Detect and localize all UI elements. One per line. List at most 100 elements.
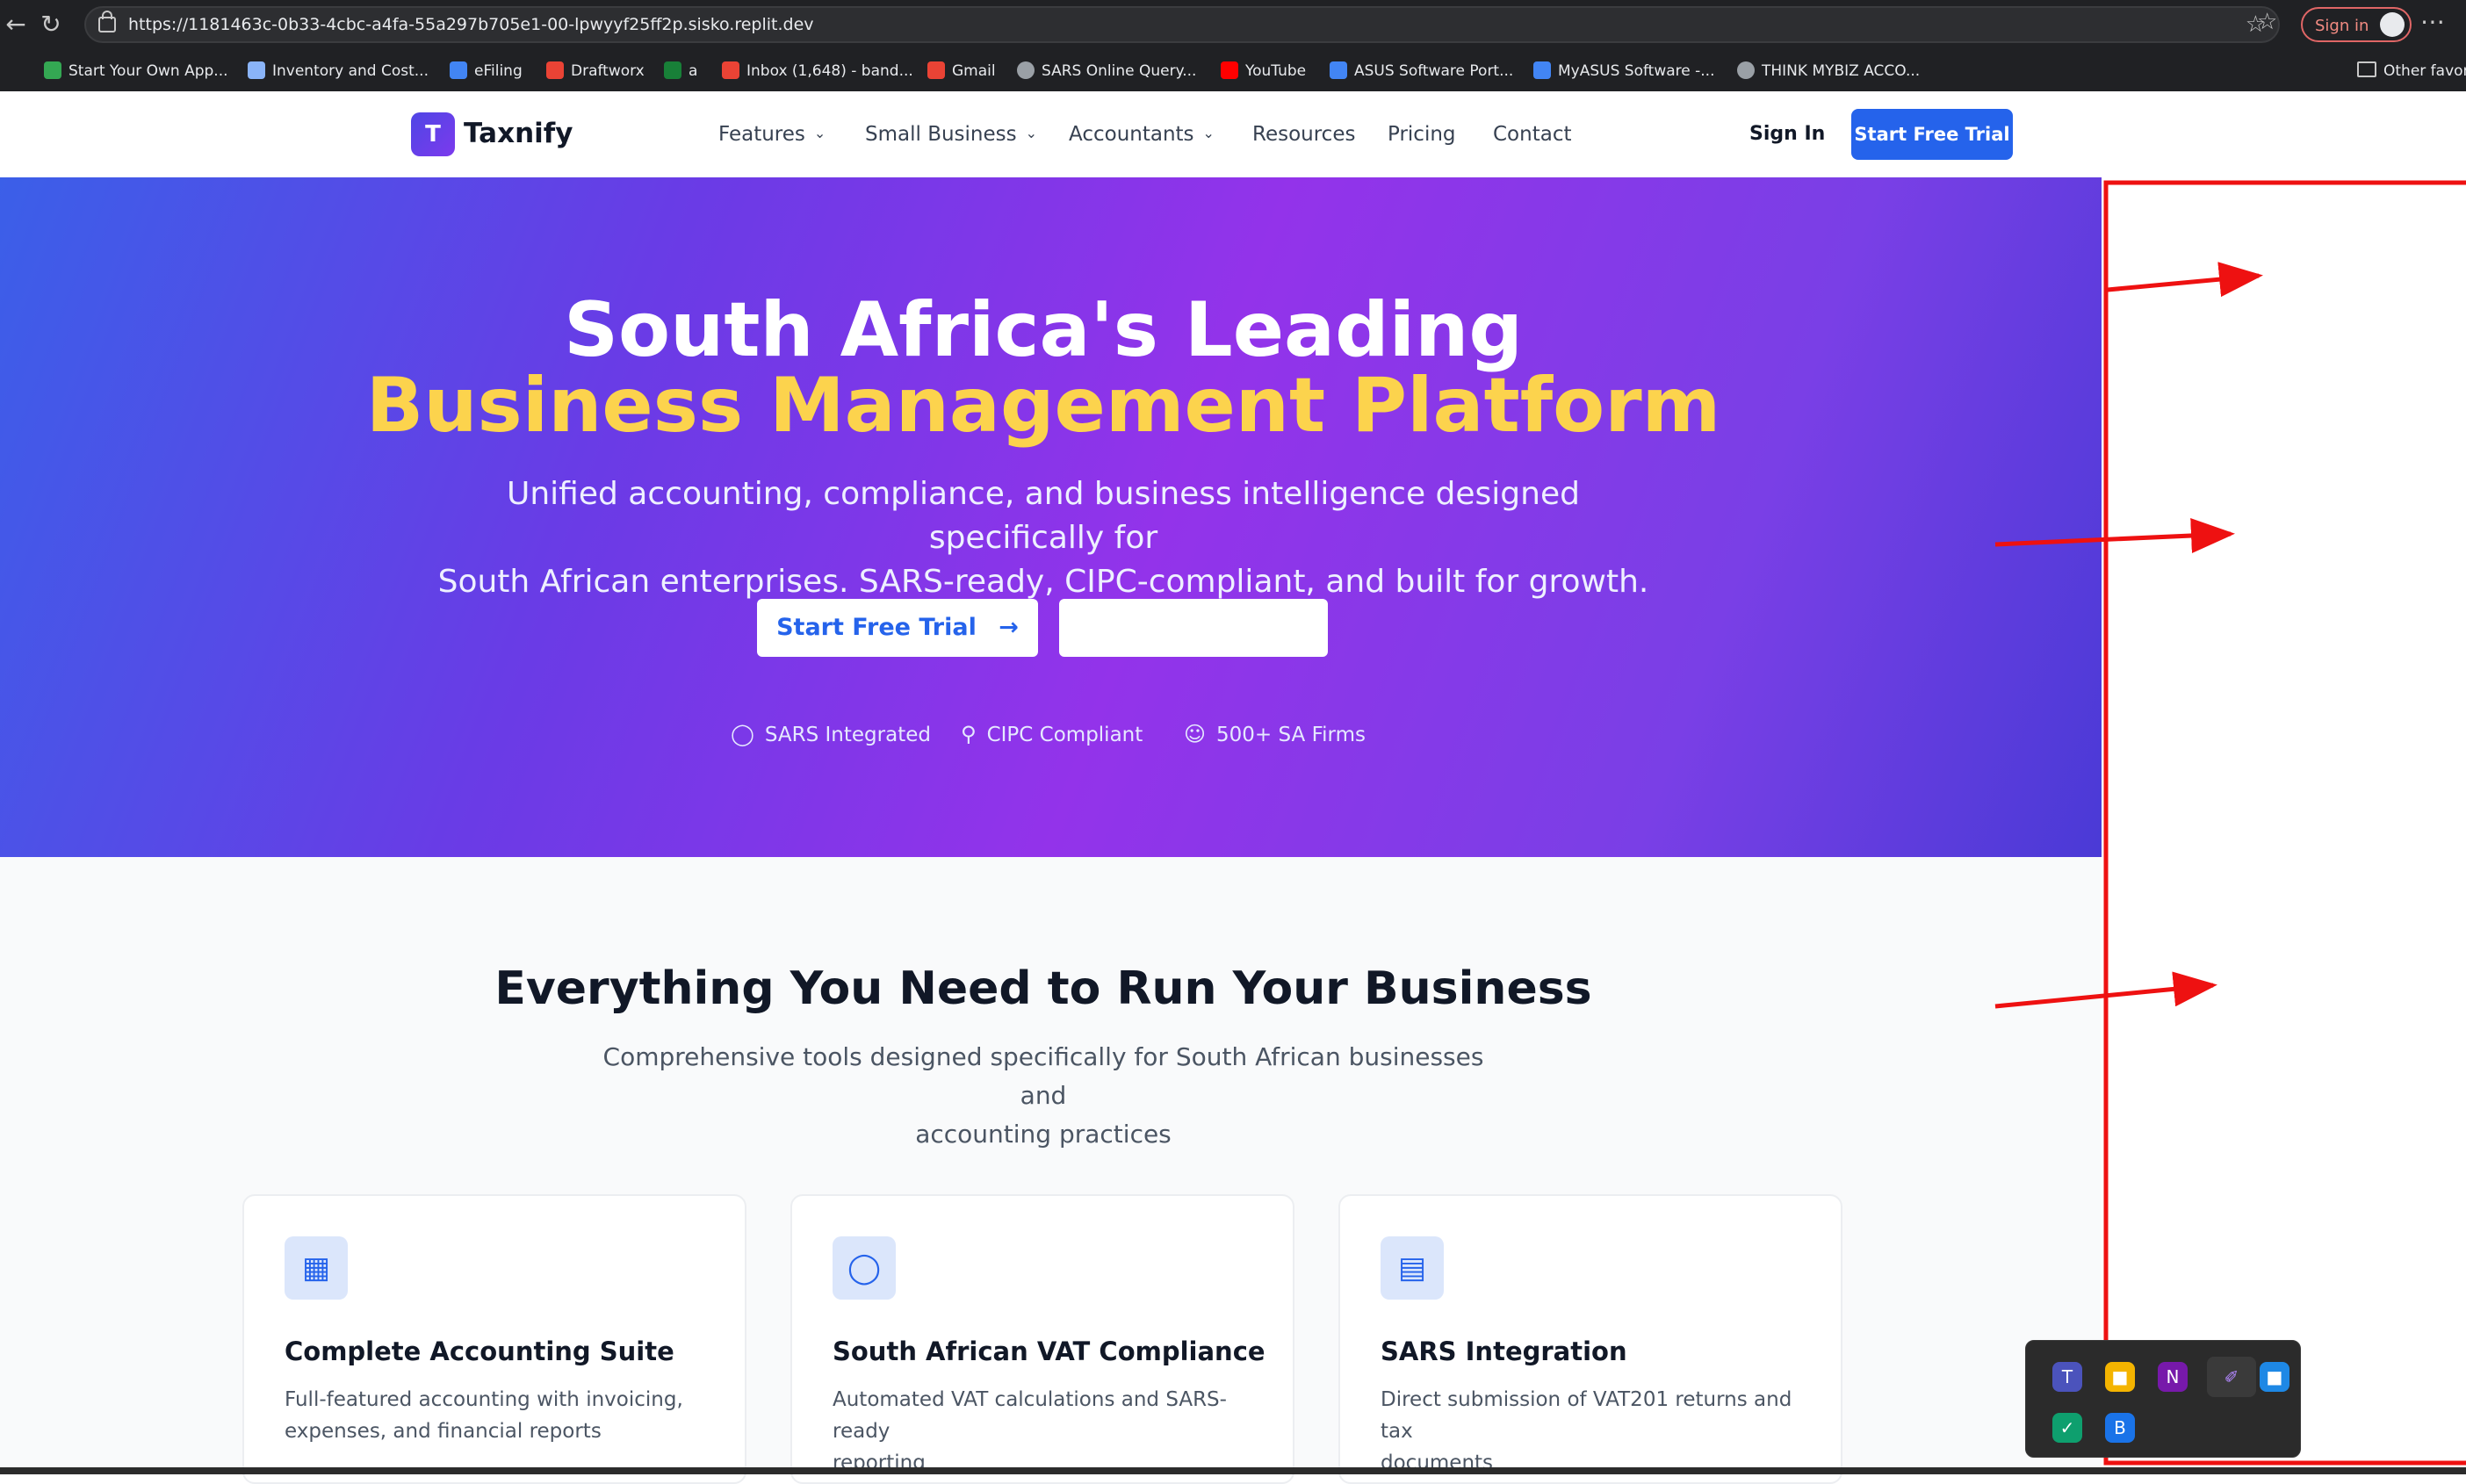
browser-signin-button[interactable]: Sign in xyxy=(2301,7,2412,42)
system-tray-popup: T ■ N ✐ ■ ✓ B xyxy=(2025,1340,2301,1458)
features-subtitle-line: Comprehensive tools designed specificall… xyxy=(602,1042,1484,1110)
hero-subtitle-line: Unified accounting, compliance, and busi… xyxy=(507,476,1580,556)
hero-title-highlight: Business Management Platform xyxy=(365,362,1721,450)
shield-icon: ◯ xyxy=(731,722,754,746)
feature-card-desc: Direct submission of VAT201 returns and … xyxy=(1381,1384,1802,1479)
bookmark-item[interactable]: THINK MYBIZ ACCO... xyxy=(1737,60,1920,83)
feature-card[interactable]: ▦ Complete Accounting Suite Full-feature… xyxy=(242,1194,746,1484)
teams-icon[interactable]: T xyxy=(2052,1362,2082,1392)
hero-section: South Africa's Leading Business Manageme… xyxy=(0,177,2102,857)
address-bar[interactable]: https://1181463c-0b33-4cbc-a4fa-55a297b7… xyxy=(84,6,2280,43)
bookmark-label: Gmail xyxy=(952,62,996,80)
chevron-down-icon: ⌄ xyxy=(813,125,826,141)
nav-resources[interactable]: Resources xyxy=(1252,123,1355,146)
nav-pricing[interactable]: Pricing xyxy=(1388,123,1456,146)
header-trial-button[interactable]: Start Free Trial xyxy=(1851,109,2013,160)
trust-badge-cipc: ⚲ CIPC Compliant xyxy=(961,722,1143,746)
bookmark-item[interactable]: MyASUS Software -... xyxy=(1533,60,1714,83)
calculator-icon: ▦ xyxy=(285,1236,348,1300)
brand-name[interactable]: Taxnify xyxy=(464,118,573,149)
feature-card[interactable]: ◯ South African VAT Compliance Automated… xyxy=(790,1194,1294,1484)
bookmark-label: THINK MYBIZ ACCO... xyxy=(1762,62,1921,80)
feature-card-title: SARS Integration xyxy=(1381,1336,1627,1366)
bookmark-label: SARS Online Query... xyxy=(1042,62,1197,80)
bookmark-label: Inventory and Cost... xyxy=(272,62,429,80)
document-icon: ▤ xyxy=(1381,1236,1444,1300)
bookmark-label: Inbox (1,648) - band... xyxy=(746,62,913,80)
nav-link-label: Accountants xyxy=(1069,123,1194,146)
reload-icon[interactable]: ↻ xyxy=(35,9,67,40)
pen-icon[interactable]: ✐ xyxy=(2207,1357,2256,1397)
bookmark-icon xyxy=(1330,61,1347,79)
hero-secondary-button[interactable] xyxy=(1059,599,1328,657)
chevron-down-icon: ⌄ xyxy=(1025,125,1038,141)
bookmark-item[interactable]: a xyxy=(664,60,697,83)
taskbar-edge xyxy=(0,1467,2466,1474)
feature-card[interactable]: ▤ SARS Integration Direct submission of … xyxy=(1338,1194,1842,1484)
feature-card-desc-line: Full-featured accounting with invoicing, xyxy=(285,1388,683,1411)
bookmark-item[interactable]: Draftworx xyxy=(546,60,645,83)
hero-title: South Africa's Leading xyxy=(564,286,1523,374)
logo-mark[interactable]: T xyxy=(411,112,455,156)
nav-small-business[interactable]: Small Business ⌄ xyxy=(865,123,1037,146)
bookmark-item[interactable]: SARS Online Query... xyxy=(1017,60,1196,83)
bookmark-icon xyxy=(1737,61,1755,79)
features-section: Everything You Need to Run Your Business… xyxy=(0,857,2102,1484)
features-subtitle: Comprehensive tools designed specificall… xyxy=(580,1038,1507,1154)
bookmark-icon xyxy=(248,61,265,79)
bookmark-icon xyxy=(450,61,467,79)
signin-link[interactable]: Sign In xyxy=(1749,123,1825,145)
feature-card-desc-line: Automated VAT calculations and SARS-read… xyxy=(833,1388,1227,1443)
avatar xyxy=(2380,12,2405,37)
bookmark-label: Start Your Own App... xyxy=(68,62,228,80)
bookmark-label: ASUS Software Port... xyxy=(1354,62,1514,80)
hero-trial-button[interactable]: Start Free Trial → xyxy=(757,599,1038,657)
blank-right-area xyxy=(2102,177,2466,1467)
bookmark-item[interactable]: eFiling xyxy=(450,60,523,83)
bookmark-icon xyxy=(546,61,564,79)
url-text[interactable]: https://1181463c-0b33-4cbc-a4fa-55a297b7… xyxy=(128,15,814,34)
feature-card-title: Complete Accounting Suite xyxy=(285,1336,674,1366)
hero-subtitle-line: South African enterprises. SARS-ready, C… xyxy=(437,564,1649,600)
bookmark-item[interactable]: Start Your Own App... xyxy=(44,60,228,83)
trust-label: SARS Integrated xyxy=(764,724,931,746)
chevron-down-icon: ⌄ xyxy=(1202,125,1215,141)
bookmark-label: Other favor xyxy=(2383,62,2466,80)
bookmark-item[interactable]: Inventory and Cost... xyxy=(248,60,429,83)
bookmark-item[interactable]: ASUS Software Port... xyxy=(1330,60,1513,83)
hero-trial-label: Start Free Trial xyxy=(776,614,977,641)
security-icon[interactable]: ✓ xyxy=(2052,1413,2082,1443)
nav-contact[interactable]: Contact xyxy=(1493,123,1571,146)
browser-signin-label: Sign in xyxy=(2315,17,2369,35)
trust-badge-sars: ◯ SARS Integrated xyxy=(731,722,931,746)
nav-features[interactable]: Features ⌄ xyxy=(718,123,826,146)
bookmark-icon xyxy=(722,61,739,79)
nav-link-label: Small Business xyxy=(865,123,1017,146)
site-header: T Taxnify Features ⌄ Small Business ⌄ Acco… xyxy=(0,91,2102,178)
bluetooth-icon[interactable]: B xyxy=(2105,1413,2135,1443)
bookmark-icon xyxy=(927,61,945,79)
feature-card-desc: Full-featured accounting with invoicing,… xyxy=(285,1384,706,1447)
bookmark-icon xyxy=(1221,61,1238,79)
bookmark-item[interactable]: YouTube xyxy=(1221,60,1306,83)
bookmark-item[interactable]: Gmail xyxy=(927,60,996,83)
feature-card-title: South African VAT Compliance xyxy=(833,1336,1265,1366)
feature-card-desc-line: Direct submission of VAT201 returns and … xyxy=(1381,1388,1792,1443)
shield-icon: ◯ xyxy=(833,1236,896,1300)
more-icon[interactable]: ⋯ xyxy=(2420,7,2445,36)
bookmark-label: a xyxy=(689,62,698,80)
bookmark-folder[interactable]: Other favor xyxy=(2357,60,2466,83)
bookmark-icon xyxy=(44,61,61,79)
back-icon[interactable]: ← xyxy=(0,9,32,40)
favorites-icon[interactable]: ☆ xyxy=(2257,9,2277,35)
nav-accountants[interactable]: Accountants ⌄ xyxy=(1069,123,1215,146)
bookmark-item[interactable]: Inbox (1,648) - band... xyxy=(722,60,913,83)
browser-chrome: ← ↻ https://1181463c-0b33-4cbc-a4fa-55a2… xyxy=(0,0,2466,91)
bookmark-label: eFiling xyxy=(474,62,523,80)
onenote-icon[interactable]: N xyxy=(2158,1362,2188,1392)
app-icon[interactable]: ■ xyxy=(2105,1362,2135,1392)
trust-label: CIPC Compliant xyxy=(986,724,1143,746)
defender-icon[interactable]: ■ xyxy=(2260,1362,2289,1392)
address-row: ← ↻ https://1181463c-0b33-4cbc-a4fa-55a2… xyxy=(0,0,2466,51)
bookmarks-bar: Start Your Own App... Inventory and Cost… xyxy=(0,54,2466,88)
